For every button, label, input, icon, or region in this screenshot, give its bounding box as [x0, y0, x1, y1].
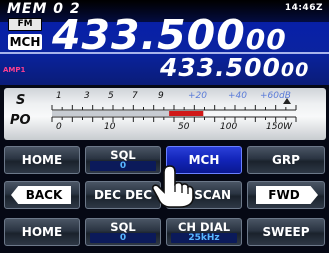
sql-button-2[interactable]: SQL 0	[85, 218, 161, 246]
sub-frequency-digits: 433.500	[160, 53, 281, 82]
sweep-button[interactable]: SWEEP	[247, 218, 325, 246]
home-button-2[interactable]: HOME	[4, 218, 80, 246]
home-button[interactable]: HOME	[4, 146, 80, 174]
mode-badge: FM	[8, 18, 42, 31]
fwd-button-label: FWD	[268, 188, 300, 202]
sql-value: 0	[90, 161, 156, 171]
sub-frequency: 433.50000	[160, 53, 309, 82]
home-button-label: HOME	[21, 153, 63, 167]
home-button-2-label: HOME	[21, 225, 63, 239]
fwd-button[interactable]: FWD	[247, 181, 325, 209]
po-scale-tick: 150W	[266, 122, 293, 132]
sql-value-2: 0	[90, 233, 156, 243]
frequency-display: MEM 0 2 14:46Z FM MCH 433.50000 AMP1 433…	[0, 0, 329, 85]
back-button-label: BACK	[25, 188, 63, 202]
grp-button[interactable]: GRP	[247, 146, 325, 174]
ch-dial-button-label: CH DIAL	[177, 220, 231, 234]
po-scale-tick: 0	[56, 122, 62, 132]
sweep-button-label: SWEEP	[262, 225, 310, 239]
signal-power-meter: S PO 1 3 5 7 9 +20 +40 +60dB 0 10 50 100…	[4, 88, 326, 140]
dec-button-label: DEC DEC	[93, 188, 153, 202]
meter-red-zone	[169, 111, 204, 116]
clock: 14:46Z	[284, 3, 323, 13]
meter-end-marker	[283, 98, 291, 104]
po-scale-tick: 10	[104, 122, 116, 132]
amp-label: AMP1	[3, 66, 26, 74]
sub-frequency-small-digits: 00	[280, 59, 310, 81]
pointing-hand-icon	[152, 165, 194, 208]
grp-button-label: GRP	[272, 153, 300, 167]
scan-button-label: SCAN	[194, 188, 231, 202]
sql-button-2-label: SQL	[110, 220, 136, 234]
sql-button-label: SQL	[110, 148, 136, 162]
back-button[interactable]: BACK	[4, 181, 80, 209]
ch-dial-step-value: 25kHz	[171, 233, 237, 243]
meter-graphic	[51, 98, 297, 122]
channel-mode-badge: MCH	[8, 34, 42, 50]
fwd-arrow-icon: FWD	[256, 186, 318, 204]
radio-screen: MEM 0 2 14:46Z FM MCH 433.50000 AMP1 433…	[0, 0, 329, 253]
po-scale-tick: 100	[220, 122, 238, 132]
back-arrow-icon: BACK	[11, 186, 71, 204]
ch-dial-button[interactable]: CH DIAL 25kHz	[166, 218, 242, 246]
po-scale-tick: 50	[178, 122, 190, 132]
